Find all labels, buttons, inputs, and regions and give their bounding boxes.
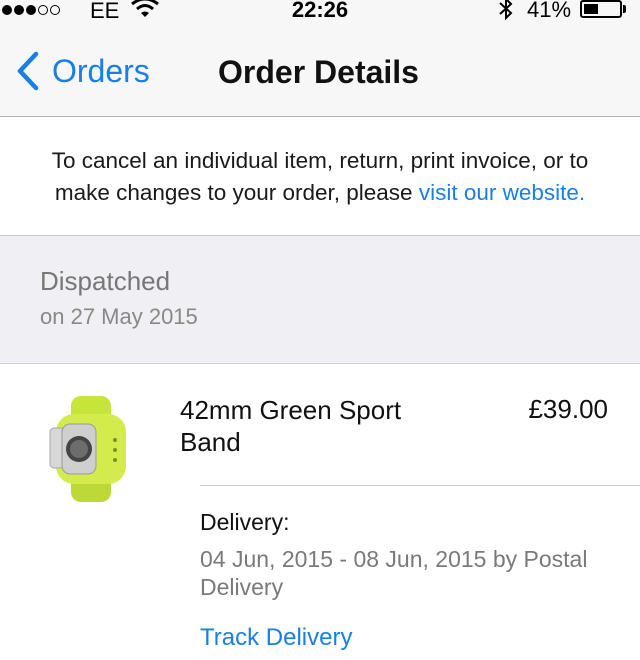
track-delivery-link[interactable]: Track Delivery	[200, 624, 352, 652]
divider	[200, 485, 640, 486]
delivery-label: Delivery:	[200, 509, 290, 535]
shipment-status: Dispatched	[40, 266, 171, 296]
item-name: 42mm Green Sport Band	[180, 395, 402, 457]
battery-percentage: 41%	[527, 0, 572, 22]
battery-tip	[623, 5, 626, 13]
navigation-bar: Orders Order Details	[0, 24, 640, 117]
watch-band-thumbnail	[49, 396, 126, 502]
shipment-date: on 27 May 2015	[40, 304, 198, 329]
bluetooth-icon	[499, 0, 513, 21]
back-button-label: Orders	[52, 52, 150, 89]
page-title: Order Details	[218, 54, 419, 90]
delivery-dates: 04 Jun, 2015 - 08 Jun, 2015 by Postal De…	[200, 546, 588, 600]
visit-website-link[interactable]: visit our website.	[419, 180, 585, 205]
shipment-status-section: Dispatched on 27 May 2015	[0, 236, 640, 364]
order-item: 42mm Green Sport Band £39.00 Delivery: 0…	[0, 364, 640, 660]
notice-text: To cancel an individual item, return, pr…	[40, 145, 600, 209]
status-bar: EE 22:26 41%	[0, 0, 640, 24]
notice-section: To cancel an individual item, return, pr…	[0, 117, 640, 236]
chevron-left-icon	[17, 51, 39, 91]
battery-icon	[580, 0, 622, 18]
battery-fill	[584, 4, 598, 14]
back-button[interactable]: Orders	[14, 50, 150, 92]
item-price: £39.00	[528, 394, 608, 424]
